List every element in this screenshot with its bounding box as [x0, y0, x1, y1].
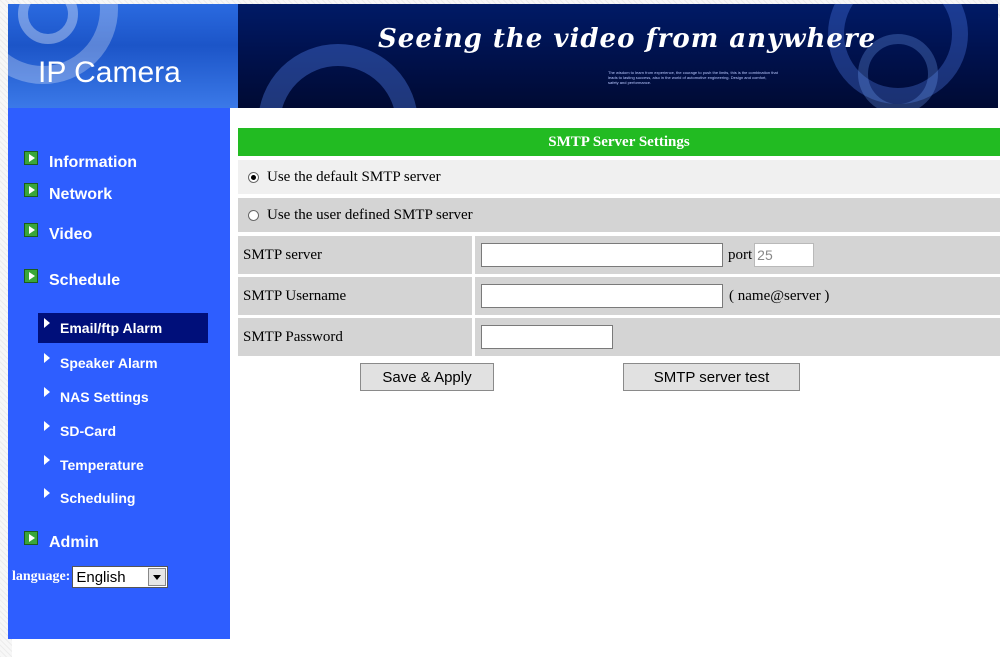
triangle-icon — [44, 353, 50, 363]
field-label: SMTP Username — [238, 277, 472, 315]
sidebar-subitem-label: NAS Settings — [60, 389, 149, 405]
banner-fine-print: The wisdom to learn from experience, the… — [608, 70, 778, 85]
form-row-password: SMTP Password — [238, 318, 1000, 356]
sidebar-subitem-label: Email/ftp Alarm — [60, 320, 163, 336]
port-label: port — [728, 246, 753, 263]
radio-default-smtp[interactable]: Use the default SMTP server — [238, 160, 1000, 194]
green-arrow-icon — [24, 151, 38, 165]
sidebar-subitem-speaker-alarm[interactable]: Speaker Alarm — [44, 353, 158, 371]
sidebar-item-information[interactable]: Information — [24, 151, 137, 172]
smtp-password-input[interactable] — [481, 325, 613, 349]
radio-button-unchecked[interactable] — [248, 209, 259, 221]
section-header: SMTP Server Settings — [238, 128, 1000, 156]
sidebar-subitem-label: Temperature — [60, 457, 144, 473]
field-value-cell — [475, 318, 1000, 356]
triangle-icon — [44, 455, 50, 465]
sidebar-subitem-email-ftp-alarm[interactable]: Email/ftp Alarm — [38, 313, 208, 343]
green-arrow-icon — [24, 531, 38, 545]
triangle-icon — [44, 387, 50, 397]
username-hint: ( name@server ) — [729, 287, 830, 304]
main-content: SMTP Server Settings Use the default SMT… — [238, 128, 1000, 403]
language-dropdown[interactable]: English — [72, 566, 169, 588]
triangle-icon — [44, 318, 50, 328]
banner-slogan: Seeing the video from anywhere — [378, 24, 877, 54]
chevron-down-icon[interactable] — [148, 568, 167, 586]
green-arrow-icon — [24, 223, 38, 237]
sidebar-item-label: Video — [49, 226, 93, 243]
banner-title: IP Camera — [38, 56, 181, 89]
port-input[interactable]: 25 — [754, 243, 815, 267]
field-value-cell: ( name@server ) — [475, 277, 1000, 315]
smtp-server-input[interactable] — [481, 243, 723, 267]
sidebar-item-video[interactable]: Video — [24, 223, 93, 244]
language-selector: language: English — [12, 566, 169, 588]
sidebar-subitem-label: SD-Card — [60, 423, 117, 439]
sidebar-subitem-label: Speaker Alarm — [60, 355, 158, 371]
field-label: SMTP Password — [238, 318, 472, 356]
language-label: language: — [12, 569, 71, 584]
field-value-cell: port 25 — [475, 236, 1000, 274]
radio-button-checked[interactable] — [248, 171, 259, 183]
sidebar-item-schedule[interactable]: Schedule — [24, 269, 121, 290]
sidebar-subitem-label: Scheduling — [60, 490, 136, 506]
triangle-icon — [44, 488, 50, 498]
banner: IP Camera Seeing the video from anywhere… — [8, 4, 998, 108]
form-row-username: SMTP Username ( name@server ) — [238, 277, 1000, 315]
sidebar-item-admin[interactable]: Admin — [24, 531, 99, 552]
sidebar: Information Network Video Schedule Email… — [8, 108, 230, 639]
field-label: SMTP server — [238, 236, 472, 274]
sidebar-item-label: Admin — [49, 534, 99, 551]
sidebar-item-label: Network — [49, 186, 113, 203]
form-row-server: SMTP server port 25 — [238, 236, 1000, 274]
smtp-form: SMTP server port 25 SMTP Username ( name… — [238, 236, 1000, 356]
sidebar-item-label: Information — [49, 154, 137, 171]
sidebar-subitem-sd-card[interactable]: SD-Card — [44, 421, 117, 439]
language-value: English — [76, 568, 126, 586]
radio-label: Use the default SMTP server — [267, 168, 441, 185]
radio-label: Use the user defined SMTP server — [267, 206, 473, 223]
sidebar-subitem-nas-settings[interactable]: NAS Settings — [44, 387, 149, 405]
sidebar-item-network[interactable]: Network — [24, 183, 113, 204]
smtp-username-input[interactable] — [481, 284, 723, 308]
sidebar-subitem-temperature[interactable]: Temperature — [44, 455, 144, 473]
radio-user-smtp[interactable]: Use the user defined SMTP server — [238, 198, 1000, 232]
save-apply-button[interactable]: Save & Apply — [360, 363, 494, 391]
green-arrow-icon — [24, 269, 38, 283]
sidebar-subitem-scheduling[interactable]: Scheduling — [44, 488, 136, 506]
sidebar-item-label: Schedule — [49, 272, 121, 289]
smtp-test-button[interactable]: SMTP server test — [623, 363, 800, 391]
button-row: Save & Apply SMTP server test — [238, 363, 1000, 403]
triangle-icon — [44, 421, 50, 431]
green-arrow-icon — [24, 183, 38, 197]
